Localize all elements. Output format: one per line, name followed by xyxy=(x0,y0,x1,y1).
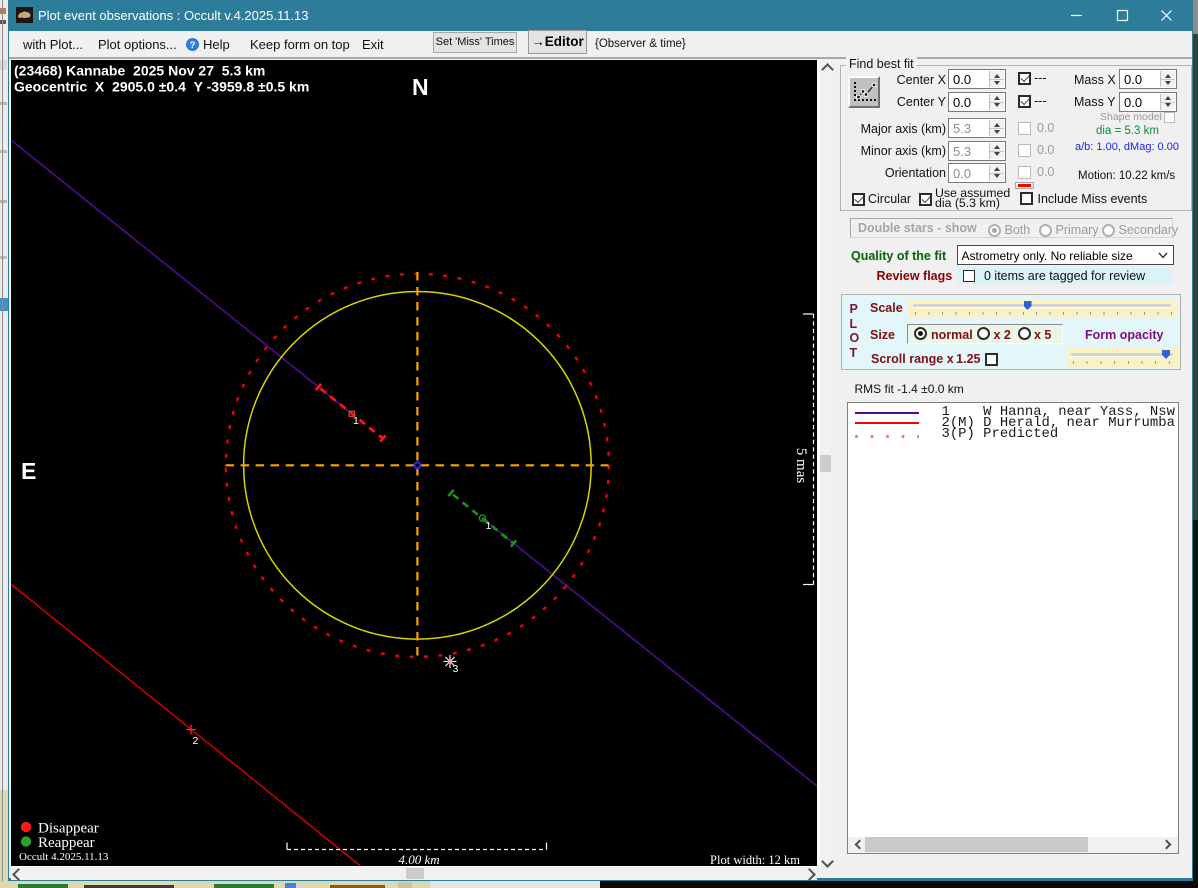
svg-text:2: 2 xyxy=(193,735,199,747)
svg-text:3: 3 xyxy=(453,663,459,675)
svg-text:1: 1 xyxy=(353,415,359,427)
svg-text:4.00 km: 4.00 km xyxy=(399,852,440,866)
svg-text:Geocentric X 2905.0 ±0.4 Y: Geocentric X 2905.0 ±0.4 Y -3959.8 ±0.5 … xyxy=(14,79,309,95)
svg-text:Reappear: Reappear xyxy=(38,835,95,851)
svg-text:5 mas: 5 mas xyxy=(793,448,809,484)
svg-text:Plot width: 12 km: Plot width: 12 km xyxy=(710,853,800,866)
svg-text:E: E xyxy=(21,458,36,484)
svg-text:?: ? xyxy=(190,40,196,51)
svg-text:(23468) Kannabe 2025 Nov 27: (23468) Kannabe 2025 Nov 27 5.3 km xyxy=(14,63,265,79)
svg-text:N: N xyxy=(412,74,429,100)
svg-text:1: 1 xyxy=(486,520,492,532)
svg-text:Occult 4.2025.11.13: Occult 4.2025.11.13 xyxy=(19,851,109,863)
